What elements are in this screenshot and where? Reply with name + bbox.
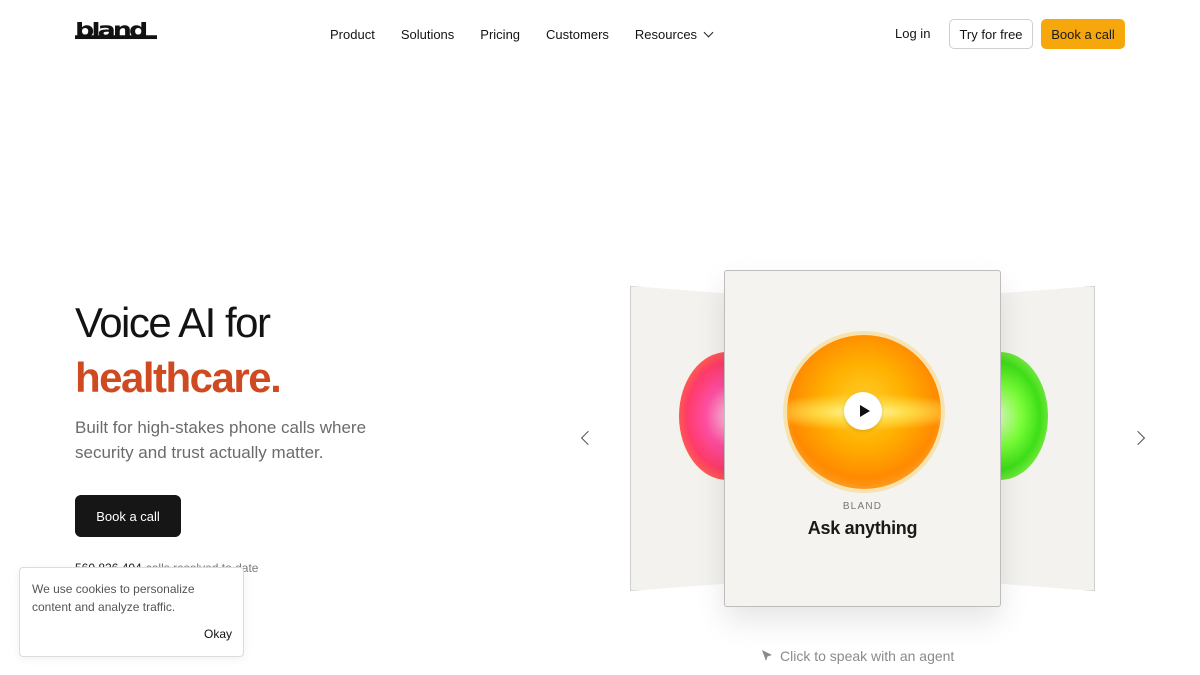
bland-logo[interactable]: bland bbox=[75, 22, 159, 40]
play-icon bbox=[859, 405, 870, 417]
cookie-okay-button[interactable]: Okay bbox=[204, 627, 232, 641]
chevron-down-icon bbox=[703, 27, 714, 37]
nav-item-label: Solutions bbox=[400, 26, 455, 42]
agent-card-active[interactable]: BLAND Ask anything bbox=[724, 270, 1001, 607]
card-title: Ask anything bbox=[807, 518, 918, 538]
cursor-icon bbox=[762, 650, 772, 661]
header-book-call-button[interactable]: Book a call bbox=[1041, 19, 1125, 49]
hero-title-accent: healthcare. bbox=[75, 354, 282, 401]
speak-hint-text: Click to speak with an agent bbox=[780, 648, 955, 664]
nav-item-resources[interactable]: Resources bbox=[634, 24, 714, 44]
chevron-left-icon[interactable] bbox=[580, 430, 596, 446]
nav-item-label: Product bbox=[330, 26, 375, 42]
cookie-text: We use cookies to personalize content an… bbox=[32, 582, 195, 614]
nav-item-label: Resources bbox=[634, 26, 698, 42]
play-button[interactable] bbox=[844, 392, 882, 430]
hero-book-call-button[interactable]: Book a call bbox=[75, 495, 181, 537]
try-for-free-button[interactable]: Try for free bbox=[949, 19, 1033, 49]
nav-item-solutions[interactable]: Solutions bbox=[401, 24, 454, 44]
login-link[interactable]: Log in bbox=[895, 26, 930, 41]
chevron-right-icon[interactable] bbox=[1130, 430, 1146, 446]
agent-orb[interactable] bbox=[787, 335, 941, 489]
nav-item-product[interactable]: Product bbox=[330, 24, 375, 44]
nav-item-pricing[interactable]: Pricing bbox=[480, 24, 520, 44]
hero-subtitle: Built for high-stakes phone calls where … bbox=[75, 418, 367, 462]
hero-title: Voice AI for bbox=[75, 299, 271, 346]
cookie-banner: We use cookies to personalize content an… bbox=[19, 567, 244, 657]
nav-item-customers[interactable]: Customers bbox=[546, 24, 609, 44]
main-nav: Product Solutions Pricing Customers Reso… bbox=[330, 24, 714, 44]
card-brand-label: BLAND bbox=[842, 501, 883, 512]
nav-item-label: Customers bbox=[546, 26, 609, 42]
speak-hint: Click to speak with an agent bbox=[760, 648, 954, 664]
nav-item-label: Pricing bbox=[480, 26, 521, 42]
